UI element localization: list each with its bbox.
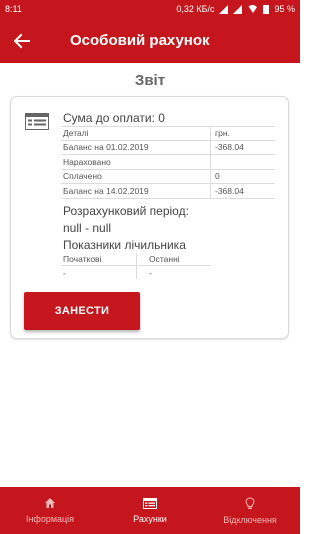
status-bar: 8:11 0,32 КБ/с 95 % [0, 0, 300, 18]
submit-readings-button[interactable]: ЗАНЕСТИ [24, 292, 140, 330]
table-row: Сплачено 0 [61, 169, 275, 184]
period-label: Розрахунковий період: [63, 204, 189, 218]
table-row: Баланс на 14.02.2019 -368.04 [61, 184, 275, 199]
meter-label: Показники лічильника [63, 238, 186, 252]
meter-header-last: Останні [149, 254, 180, 264]
amount-due: Сума до оплати: 0 [63, 111, 165, 125]
table-cell: -368.04 [215, 185, 244, 196]
balance-table: Деталі грн. Баланс на 01.02.2019 -368.04… [61, 126, 275, 199]
signal-icon [219, 4, 229, 14]
meter-table: Початкові Останні - - [61, 253, 211, 279]
meter-header-initial: Початкові [61, 253, 137, 265]
nav-item-info[interactable]: Інформація [0, 487, 100, 534]
back-button[interactable] [0, 18, 44, 63]
table-cell [211, 155, 215, 169]
bill-card: Сума до оплати: 0 Деталі грн. Баланс на … [10, 96, 289, 339]
lightbulb-icon [245, 496, 255, 509]
signal-icon-2 [233, 4, 243, 14]
table-cell: 0 [215, 171, 220, 182]
nav-label-bills: Рахунки [133, 513, 167, 524]
section-title: Звіт [134, 72, 166, 89]
table-header-details: Деталі [61, 127, 211, 140]
battery-icon [263, 4, 270, 14]
bill-icon [25, 113, 49, 130]
status-time: 8:11 [5, 4, 22, 14]
nav-item-outages[interactable]: Відключення [200, 487, 300, 534]
bottom-nav: Інформація Рахунки Відключення [0, 487, 300, 534]
nav-label-outages: Відключення [223, 514, 277, 525]
bill-icon [143, 497, 157, 509]
network-speed: 0,32 КБ/с [176, 4, 215, 14]
table-cell: Баланс на 01.02.2019 [61, 140, 211, 154]
table-cell: Сплачено [61, 169, 211, 183]
table-header-currency: грн. [215, 128, 230, 139]
meter-header-row: Початкові Останні [61, 253, 211, 266]
table-cell: Баланс на 14.02.2019 [61, 184, 211, 198]
wifi-icon [247, 5, 259, 13]
meter-last-value: - [149, 267, 152, 278]
status-indicators: 0,32 КБ/с 95 % [176, 4, 295, 14]
arrow-left-icon [14, 33, 30, 48]
table-cell: -368.04 [215, 142, 244, 153]
table-row: Нараховано [61, 155, 275, 170]
nav-label-info: Інформація [25, 514, 75, 524]
battery-level: 95 % [274, 4, 295, 14]
table-cell: Нараховано [61, 155, 211, 169]
nav-item-bills[interactable]: Рахунки [100, 487, 200, 534]
home-icon [45, 498, 55, 508]
meter-initial-value: - [61, 266, 137, 279]
meter-values-row: - - [61, 266, 211, 279]
table-row: Баланс на 01.02.2019 -368.04 [61, 140, 275, 155]
table-header-row: Деталі грн. [61, 126, 275, 141]
period-value: null - null [63, 221, 112, 235]
page-title: Особовий рахунок [70, 32, 210, 49]
app-bar: Особовий рахунок [0, 18, 300, 63]
